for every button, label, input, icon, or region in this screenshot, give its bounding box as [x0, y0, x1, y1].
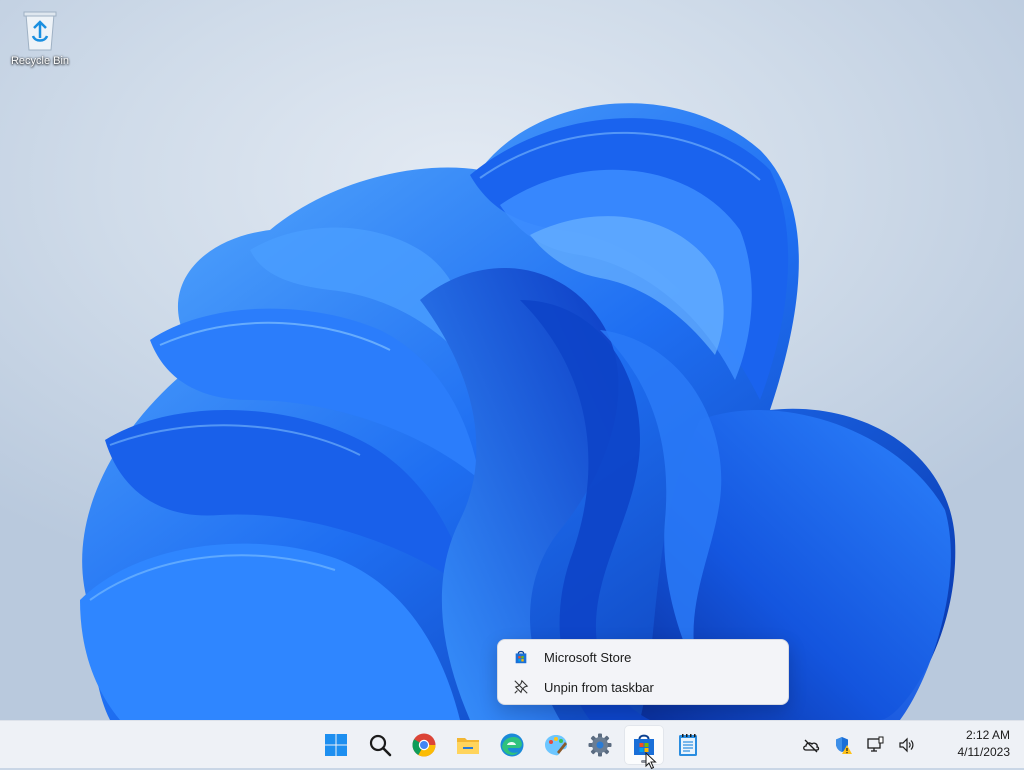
notepad-icon: [679, 734, 697, 756]
tray-network[interactable]: [862, 732, 888, 758]
windows-security-warning-icon: [836, 737, 852, 754]
taskbar-search-button[interactable]: [360, 725, 400, 765]
taskbar-chrome-button[interactable]: [404, 725, 444, 765]
menu-item-microsoft-store[interactable]: Microsoft Store: [502, 642, 784, 672]
clock-time: 2:12 AM: [965, 728, 1010, 742]
paint-icon: [545, 735, 567, 756]
microsoft-store-icon: [512, 648, 530, 666]
search-icon: [369, 734, 392, 757]
taskbar-file-explorer-button[interactable]: [448, 725, 488, 765]
clock-date: 4/11/2023: [957, 745, 1011, 759]
wallpaper-bloom: [80, 103, 956, 720]
taskbar-paint-button[interactable]: [536, 725, 576, 765]
menu-item-unpin-from-taskbar[interactable]: Unpin from taskbar: [502, 672, 784, 702]
edge-icon: [500, 733, 524, 757]
chrome-icon: [412, 733, 436, 757]
taskbar-edge-button[interactable]: [492, 725, 532, 765]
taskbar-notepad-button[interactable]: [668, 725, 708, 765]
network-icon: [867, 736, 884, 752]
menu-item-label: Microsoft Store: [544, 649, 632, 665]
onedrive-offline-icon: [803, 739, 820, 753]
desktop-icon-recycle-bin[interactable]: Recycle Bin: [4, 8, 76, 78]
tray-windows-security[interactable]: [830, 732, 856, 758]
windows-start-icon: [325, 734, 347, 756]
taskbar-microsoft-store-button[interactable]: [624, 725, 664, 765]
taskbar-settings-button[interactable]: [580, 725, 620, 765]
recycle-bin-icon: [23, 11, 57, 51]
taskbar-context-menu: Microsoft Store Unpin from taskbar: [497, 639, 789, 705]
taskbar-clock[interactable]: 2:12 AM 4/11/2023: [930, 727, 1011, 761]
file-explorer-icon: [457, 738, 479, 754]
unpin-icon: [512, 678, 530, 696]
menu-item-label: Unpin from taskbar: [544, 679, 654, 695]
desktop-icon-label: Recycle Bin: [10, 55, 70, 67]
taskbar: 2:12 AM 4/11/2023: [0, 720, 1024, 768]
tray-onedrive[interactable]: [798, 732, 824, 758]
system-tray: [792, 721, 920, 769]
tray-volume[interactable]: [894, 732, 920, 758]
settings-gear-icon: [588, 733, 612, 757]
volume-icon: [899, 737, 914, 753]
desktop[interactable]: Recycle Bin Microsoft Store Unpin from t…: [0, 0, 1024, 720]
mouse-cursor-icon: [645, 752, 657, 770]
taskbar-start-button[interactable]: [316, 725, 356, 765]
